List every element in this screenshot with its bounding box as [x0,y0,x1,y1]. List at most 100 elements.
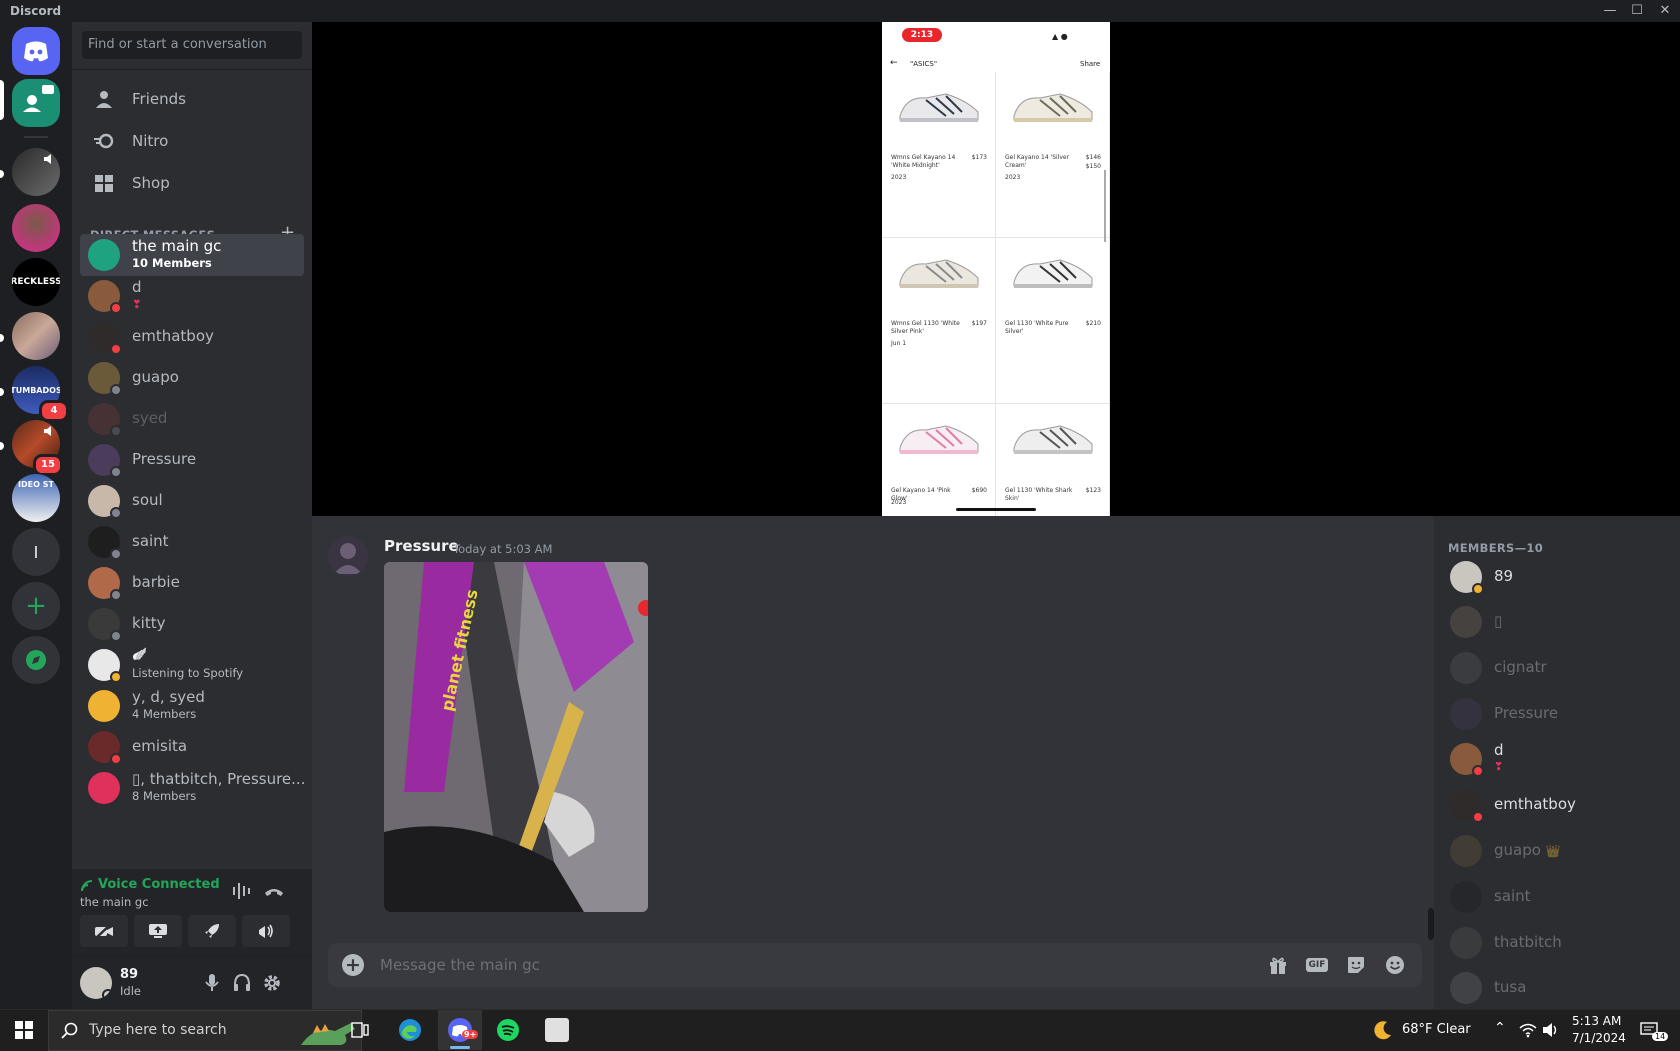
edge-app[interactable] [388,1010,432,1050]
member-name: d [1494,741,1504,759]
dm-item[interactable]: syed [80,398,304,440]
screen-share-button[interactable] [134,915,182,947]
dm-item[interactable]: ▯, thatbitch, Pressure... 8 Members [80,767,305,809]
tray-overflow-icon[interactable]: ⌃ [1494,1020,1506,1036]
emoji-button[interactable] [1382,953,1408,977]
member-name: thatbitch [1494,933,1562,951]
dm-item[interactable]: soul [80,480,304,522]
soundboard-button[interactable] [242,915,290,947]
volume-icon[interactable] [1542,1022,1560,1038]
server-icon-2[interactable] [12,204,60,252]
gift-button[interactable] [1265,953,1291,977]
member-item[interactable]: emthatboy [1442,784,1672,826]
message-image[interactable]: planet fitness [384,562,648,912]
member-item[interactable]: cignatr [1442,647,1672,689]
nav-shop[interactable]: Shop [80,162,304,204]
phone-search-term: "ASICS" [910,60,938,68]
message-input[interactable] [380,953,1180,977]
server-icon-l[interactable]: l [12,528,60,576]
find-conversation-button[interactable]: Find or start a conversation [82,31,302,59]
start-button[interactable] [2,1010,46,1050]
dm-item[interactable]: the main gc 10 Members [80,234,304,276]
emoji-icon [1386,956,1404,974]
minimize-icon[interactable]: — [1595,0,1625,22]
member-item[interactable]: Pressure [1442,693,1672,735]
status-offline-icon [110,384,122,396]
message-timestamp: Today at 5:03 AM [453,542,553,556]
product-card: Wmns Gel Kayano 14 'White Midnight' $173… [882,72,996,238]
member-item[interactable]: d ❣ [1442,738,1672,780]
wifi-icon[interactable] [1519,1022,1537,1038]
gif-label: GIF [1305,958,1329,972]
app-window-thumbnail[interactable] [535,1010,579,1050]
dm-item[interactable]: saint [80,521,304,563]
nav-friends[interactable]: Friends [80,78,304,120]
signal-icon [81,880,93,892]
dm-item[interactable]: emisita [80,726,304,768]
close-icon[interactable]: ✕ [1650,0,1680,22]
message-avatar[interactable] [328,536,368,576]
product-year: 2023 [891,174,907,181]
member-name: Pressure [1494,704,1559,722]
rocket-icon [205,924,219,938]
server-icon-reckless[interactable]: RECKLESS [12,258,60,306]
dm-item[interactable]: Pressure [80,439,304,481]
gif-button[interactable]: GIF [1304,953,1330,977]
stream-view[interactable]: 2:13 ▲ ● ← "ASICS" Share Wmns Gel Kayano… [312,22,1680,516]
noise-suppression-icon[interactable] [230,881,254,901]
friends-shortcut-button[interactable] [12,79,60,127]
mute-button[interactable] [200,971,224,995]
dm-item[interactable]: d ❣ [80,275,304,317]
task-view-button[interactable] [338,1010,382,1050]
moon-weather-icon [1374,1021,1391,1040]
dm-item[interactable]: y, d, syed 4 Members [80,685,304,727]
member-item[interactable]: 89 [1442,556,1672,598]
disconnect-icon[interactable] [262,881,286,901]
voice-status: Voice Connected [98,877,220,892]
activities-button[interactable] [188,915,236,947]
discord-app[interactable]: 9+ [438,1010,482,1050]
back-arrow-icon: ← [890,58,898,68]
server-list: RECKLESS TUMBADOS 4 15 IDEO ST l + [0,22,72,1009]
member-item[interactable]: guapo 👑 [1442,830,1672,872]
dm-item[interactable]: 🪽 Listening to Spotify [80,644,304,686]
dm-item[interactable]: emthatboy [80,316,304,358]
camera-toggle-button[interactable] [80,915,128,947]
discover-button[interactable] [12,636,60,684]
server-icon-video[interactable]: IDEO ST [12,474,60,522]
spotify-app[interactable] [486,1010,530,1050]
sticker-button[interactable] [1343,953,1369,977]
nav-nitro[interactable]: Nitro [80,120,304,162]
weather-text[interactable]: 68°F Clear [1402,1022,1471,1037]
member-name: 89 [1494,567,1514,585]
dm-item[interactable]: barbie [80,562,304,604]
message-author[interactable]: Pressure [384,537,459,555]
dm-name: kitty [132,614,166,632]
dm-name: saint [132,532,169,550]
clock-date[interactable]: 7/1/2024 [1572,1031,1626,1045]
avatar [1450,927,1482,959]
status-dnd-icon [110,302,122,314]
dm-item[interactable]: kitty [80,603,304,645]
add-server-button[interactable]: + [12,582,60,630]
product-price: $690 [971,487,987,494]
voice-channel-name[interactable]: the main gc [80,895,149,909]
server-icon-1[interactable] [12,148,60,196]
maximize-icon[interactable]: ☐ [1622,0,1652,22]
taskbar: Type here to search 9+ 68°F Clear ⌃ 5:13… [0,1009,1680,1051]
settings-button[interactable] [260,971,284,995]
member-item[interactable]: thatbitch [1442,922,1672,964]
discord-home-button[interactable] [12,27,60,75]
clock-time[interactable]: 5:13 AM [1572,1014,1621,1028]
dm-item[interactable]: guapo [80,357,304,399]
group-avatar [88,772,120,804]
member-item[interactable]: ▯ [1442,601,1672,643]
member-item[interactable]: saint [1442,876,1672,918]
member-item[interactable]: tusa [1442,967,1672,1009]
dm-sidebar: Find or start a conversation Friends Nit… [72,22,312,1009]
attach-button[interactable]: + [342,954,364,976]
server-icon-3[interactable] [12,312,60,360]
deafen-button[interactable] [230,971,254,995]
taskbar-search[interactable]: Type here to search [48,1010,362,1051]
unread-pill [0,170,4,178]
